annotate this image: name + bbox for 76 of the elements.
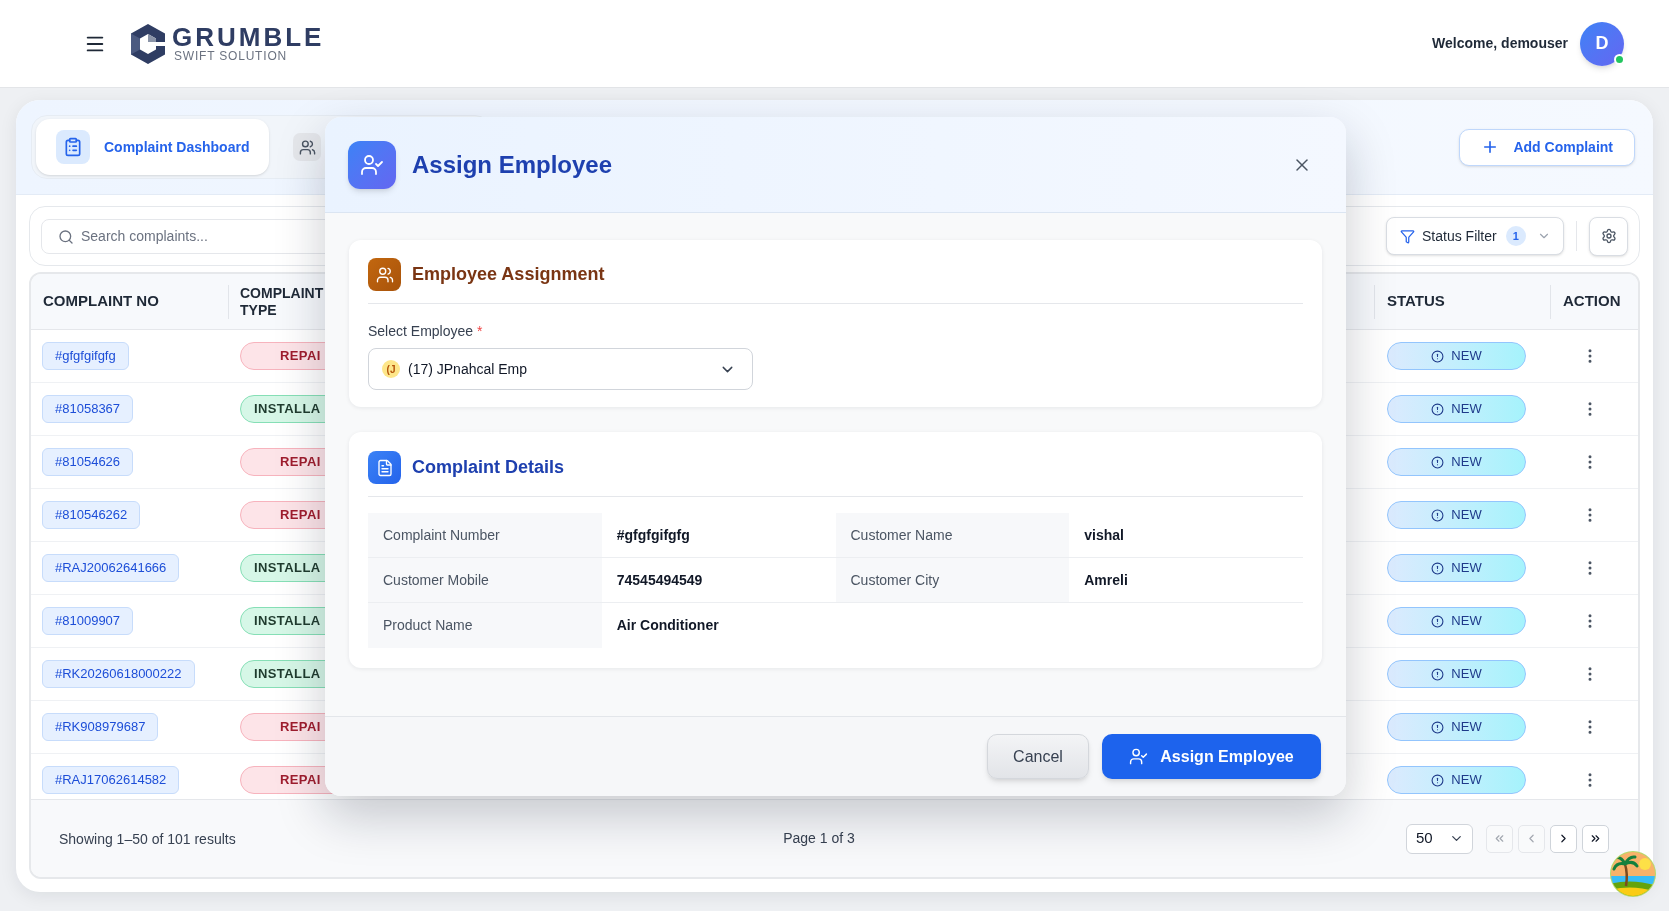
status-label: NEW xyxy=(1451,612,1482,631)
user-avatar[interactable]: D xyxy=(1580,21,1624,66)
alert-circle-icon xyxy=(1431,773,1445,787)
search-icon xyxy=(58,228,74,245)
alert-circle-icon xyxy=(1431,402,1445,416)
status-label: NEW xyxy=(1451,718,1482,737)
users-icon xyxy=(368,258,401,291)
detail-label: Customer Mobile xyxy=(368,558,602,602)
alert-circle-icon xyxy=(1431,561,1445,575)
complaint-number-tag[interactable]: #RAJ17062614582 xyxy=(42,766,180,794)
status-label: NEW xyxy=(1451,665,1482,684)
settings-icon xyxy=(1600,228,1617,244)
clipboard-icon xyxy=(56,130,90,164)
dialog-title: Assign Employee xyxy=(412,149,613,180)
complaint-number-tag[interactable]: #RK908979687 xyxy=(42,713,159,741)
detail-label: Customer Name xyxy=(835,513,1070,557)
required-mark: * xyxy=(477,322,483,341)
employee-select[interactable]: (J (17) JPnahcal Emp xyxy=(368,348,753,390)
complaint-number-tag[interactable]: #81058367 xyxy=(42,395,134,423)
section-title: Employee Assignment xyxy=(412,263,605,286)
status-label: NEW xyxy=(1451,400,1482,419)
alert-circle-icon xyxy=(1431,667,1445,681)
assign-employee-button[interactable]: Assign Employee xyxy=(1102,734,1321,779)
alert-circle-icon xyxy=(1431,349,1445,363)
logo-subtitle: SWIFT SOLUTION xyxy=(173,48,288,63)
alert-circle-icon xyxy=(1431,720,1445,734)
status-filter-button[interactable]: Status Filter 1 xyxy=(1386,217,1564,255)
add-complaint-button[interactable]: Add Complaint xyxy=(1459,128,1635,166)
last-page-button[interactable] xyxy=(1582,824,1609,853)
column-header: STATUS xyxy=(1386,291,1445,312)
status-label: NEW xyxy=(1451,559,1482,578)
tab[interactable]: Complaint Dashboard xyxy=(36,119,270,175)
filter-count-badge: 1 xyxy=(1505,226,1526,246)
logo-icon xyxy=(130,22,166,65)
detail-value: vishal xyxy=(1083,525,1125,545)
detail-value: #gfgfgifgfg xyxy=(615,525,691,545)
status-label: NEW xyxy=(1451,453,1482,472)
column-header: ACTION xyxy=(1562,291,1621,312)
employee-initials-avatar: (J xyxy=(382,360,400,378)
page-size-select[interactable]: 50 xyxy=(1406,823,1473,854)
complaint-number-tag[interactable]: #81054626 xyxy=(42,448,134,476)
alert-circle-icon xyxy=(1431,614,1445,628)
status-label: NEW xyxy=(1451,506,1482,525)
user-check-icon xyxy=(348,140,396,189)
complaint-number-tag[interactable]: #RAJ20062641666 xyxy=(42,554,180,582)
welcome-text: Welcome, demouser xyxy=(1432,34,1568,53)
field-label: Select Employee xyxy=(368,322,474,341)
complaint-number-tag[interactable]: #81009907 xyxy=(42,607,134,635)
alert-circle-icon xyxy=(1431,455,1445,469)
column-header: COMPLAINT TYPE xyxy=(239,284,324,319)
complaint-number-tag[interactable]: #RK20260618000222 xyxy=(42,660,195,688)
complaint-number-tag[interactable]: #gfgfgifgfg xyxy=(42,342,129,370)
section-title: Complaint Details xyxy=(412,456,565,479)
alert-circle-icon xyxy=(1431,508,1445,522)
filter-icon xyxy=(1400,228,1415,244)
detail-value: Air Conditioner xyxy=(615,616,720,635)
detail-value: 74545494549 xyxy=(615,570,704,590)
detail-value: Amreli xyxy=(1083,570,1129,590)
detail-label: Customer City xyxy=(835,558,1070,602)
detail-label: Complaint Number xyxy=(368,513,602,557)
document-icon xyxy=(368,451,401,484)
chevrons-left-icon xyxy=(1493,832,1506,845)
status-label: NEW xyxy=(1451,771,1482,790)
column-header: COMPLAINT NO xyxy=(42,291,159,312)
beach-icon[interactable] xyxy=(1609,850,1657,898)
chevrons-right-icon xyxy=(1589,832,1602,845)
detail-label: Product Name xyxy=(368,603,602,648)
users-icon xyxy=(293,133,322,161)
cancel-button[interactable]: Cancel xyxy=(987,734,1089,779)
page-indicator: Page 1 of 3 xyxy=(783,829,855,848)
logo-title: GRUMBLE xyxy=(172,24,325,49)
complaint-number-tag[interactable]: #810546262 xyxy=(42,501,141,529)
results-summary: Showing 1–50 of 101 results xyxy=(59,830,236,847)
status-label: NEW xyxy=(1451,347,1482,366)
settings-button[interactable] xyxy=(1589,216,1628,256)
user-check-icon xyxy=(1129,747,1149,766)
